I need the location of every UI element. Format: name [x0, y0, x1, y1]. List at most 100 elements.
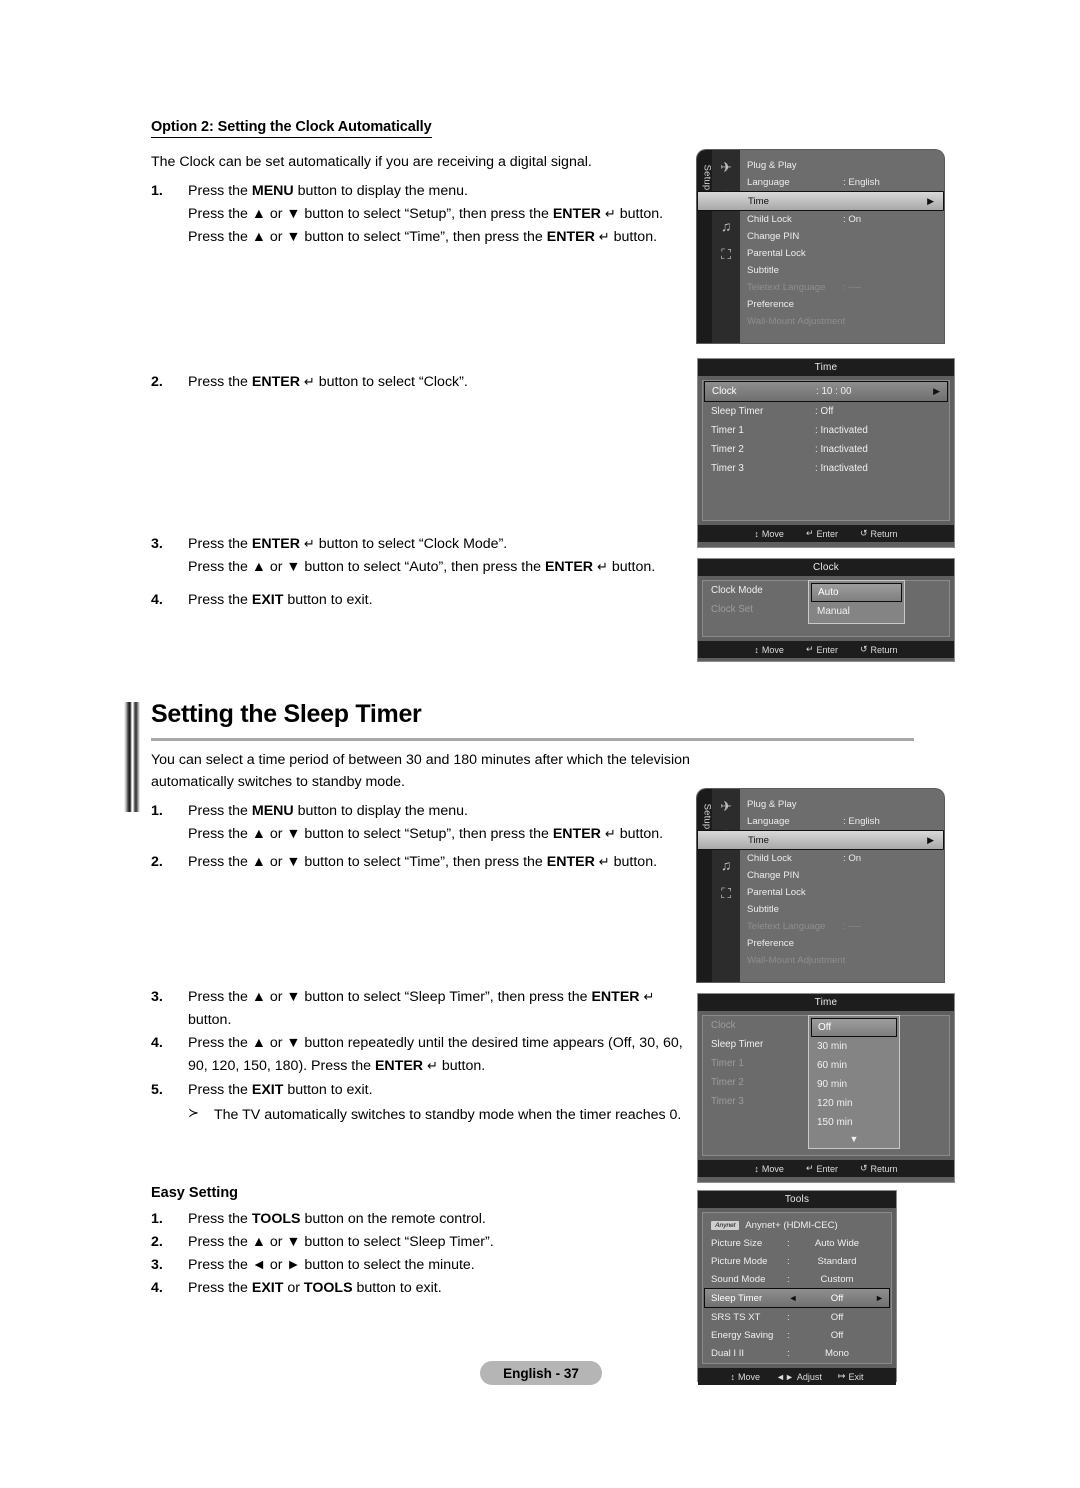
- dropdown-option-150min[interactable]: 150 min: [811, 1113, 897, 1132]
- step-item: 2. Press the ▲ or ▼ button to select “Sl…: [151, 1231, 696, 1254]
- menu-item-value: : 10 : 00: [816, 386, 852, 397]
- input-icon[interactable]: ⛶: [715, 246, 737, 263]
- menu-item-srs-ts-xt[interactable]: SRS TS XT : Off: [703, 1308, 891, 1326]
- menu-item-timer-1[interactable]: Timer 1 : Inactivated: [703, 421, 949, 440]
- step-line: Press the ▲ or ▼ button to select “Setup…: [188, 826, 664, 843]
- anynet-logo-icon: Anynet: [711, 1220, 740, 1230]
- menu-item-plug-and-play[interactable]: Plug & Play: [740, 157, 944, 174]
- menu-item-time[interactable]: Time ▶: [697, 830, 944, 850]
- menu-item-parental-lock[interactable]: Parental Lock: [740, 884, 944, 901]
- menu-item-picture-mode[interactable]: Picture Mode : Standard: [703, 1252, 891, 1270]
- dropdown-scroll-down-icon[interactable]: ▼: [811, 1132, 897, 1146]
- menu-item-value: : Off: [815, 406, 834, 417]
- osd-tools-menu[interactable]: Tools Anynet Anynet+ (HDMI-CEC) Picture …: [697, 1190, 897, 1385]
- menu-item-colon: :: [787, 1273, 790, 1285]
- dropdown-option-90min[interactable]: 90 min: [811, 1075, 897, 1094]
- menu-item-change-pin[interactable]: Change PIN: [740, 228, 944, 245]
- sound-icon[interactable]: ♫: [715, 217, 737, 234]
- menu-item-label: Picture Size: [711, 1237, 763, 1249]
- menu-item-label: Timer 3: [711, 463, 744, 474]
- menu-item-time[interactable]: Time ▶: [697, 191, 944, 211]
- menu-item-timer-3[interactable]: Timer 3 : Inactivated: [703, 459, 949, 478]
- dialog-body: Clock : Sleep Timer : Timer 1 : Timer 2 …: [702, 1015, 950, 1156]
- input-icon[interactable]: ⛶: [715, 885, 737, 902]
- osd-time-menu[interactable]: Time Clock : 10 : 00 ▶ Sleep Timer : Off…: [697, 358, 955, 548]
- footer-label: Adjust: [796, 1371, 822, 1382]
- osd-setup-menu-top[interactable]: Setup ✈ ⚙ ♫ ⛶ Plug & Play Language : Eng…: [697, 150, 944, 343]
- menu-item-language[interactable]: Language : English: [740, 174, 944, 191]
- footer-return: ↺ Return: [860, 1163, 898, 1174]
- menu-item-sleep-timer[interactable]: Sleep Timer : Off: [703, 402, 949, 421]
- dropdown-option-off[interactable]: Off: [811, 1018, 897, 1037]
- sleep-timer-dropdown[interactable]: Off 30 min 60 min 90 min 120 min 150 min…: [808, 1015, 900, 1149]
- chevron-left-icon[interactable]: ◄: [787, 1293, 799, 1303]
- step-item: 3. Press the ▲ or ▼ button to select “Sl…: [151, 986, 696, 1032]
- osd-time-menu-sleep[interactable]: Time Clock : Sleep Timer : Timer 1 : Tim…: [697, 993, 955, 1183]
- menu-item-clock[interactable]: Clock : 10 : 00 ▶: [704, 381, 948, 402]
- footer-label: Move: [761, 528, 784, 539]
- menu-item-parental-lock[interactable]: Parental Lock: [740, 245, 944, 262]
- menu-item-change-pin[interactable]: Change PIN: [740, 867, 944, 884]
- menu-item-dual[interactable]: Dual I II : Mono: [703, 1344, 891, 1362]
- step-number: 4.: [151, 1035, 163, 1052]
- picture-icon[interactable]: ✈: [715, 798, 737, 815]
- menu-item-teletext-language: Teletext Language : ----: [740, 279, 944, 296]
- dropdown-option-120min[interactable]: 120 min: [811, 1094, 897, 1113]
- menu-item-label: Parental Lock: [747, 248, 806, 259]
- clock-mode-dropdown[interactable]: Auto Manual: [808, 580, 905, 624]
- footer-adjust: ◄► Adjust: [776, 1372, 822, 1382]
- menu-item-subtitle[interactable]: Subtitle: [740, 901, 944, 918]
- step-line: Press the EXIT or TOOLS button to exit.: [188, 1280, 442, 1297]
- dropdown-option-60min[interactable]: 60 min: [811, 1056, 897, 1075]
- section-rule: [151, 738, 914, 741]
- footer-move: ↕ Move: [754, 645, 784, 655]
- note-text: The TV automatically switches to standby…: [214, 1106, 682, 1123]
- step-item: 2. Press the ▲ or ▼ button to select “Ti…: [151, 851, 696, 874]
- menu-item-value: : Inactivated: [815, 425, 868, 436]
- sleep-timer-steps-block: 3. Press the ▲ or ▼ button to select “Sl…: [151, 986, 696, 1126]
- menu-item-wall-mount-adjustment: Wall-Mount Adjustment: [740, 952, 944, 969]
- menu-item-sleep-timer[interactable]: Sleep Timer ◄ Off ►: [704, 1288, 890, 1308]
- menu-item-plug-and-play[interactable]: Plug & Play: [740, 796, 944, 813]
- dropdown-option-manual[interactable]: Manual: [811, 602, 902, 621]
- step-item: 3. Press the ◄ or ► button to select the…: [151, 1254, 696, 1277]
- menu-item-subtitle[interactable]: Subtitle: [740, 262, 944, 279]
- picture-icon[interactable]: ✈: [715, 159, 737, 176]
- updown-arrow-icon: ↕: [754, 1163, 759, 1174]
- menu-item-value: Off: [830, 1311, 844, 1323]
- menu-item-value: : ----: [843, 282, 862, 293]
- note-item: ≻ The TV automatically switches to stand…: [188, 1104, 696, 1127]
- menu-item-label: Change PIN: [747, 870, 800, 881]
- menu-item-value: : ----: [843, 921, 862, 932]
- menu-item-anynet[interactable]: Anynet Anynet+ (HDMI-CEC): [703, 1216, 891, 1234]
- menu-item-value: Custom: [820, 1273, 854, 1285]
- menu-item-sound-mode[interactable]: Sound Mode : Custom: [703, 1270, 891, 1288]
- return-icon: ↺: [860, 1163, 868, 1173]
- menu-item-energy-saving[interactable]: Energy Saving : Off: [703, 1326, 891, 1344]
- chevron-right-icon[interactable]: ►: [875, 1293, 884, 1303]
- menu-item-teletext-language: Teletext Language : ----: [740, 918, 944, 935]
- menu-item-child-lock[interactable]: Child Lock : On: [740, 850, 944, 867]
- sound-icon[interactable]: ♫: [715, 856, 737, 873]
- step-number: 3.: [151, 1257, 163, 1274]
- menu-item-picture-size[interactable]: Picture Size : Auto Wide: [703, 1234, 891, 1252]
- return-icon: ↺: [860, 644, 868, 654]
- menu-item-child-lock[interactable]: Child Lock : On: [740, 211, 944, 228]
- menu-item-preference[interactable]: Preference: [740, 296, 944, 313]
- step-number: 5.: [151, 1081, 163, 1098]
- menu-item-timer-2[interactable]: Timer 2 : Inactivated: [703, 440, 949, 459]
- sleep-timer-text-block: You can select a time period of between …: [151, 749, 696, 874]
- dialog-title: Time: [698, 994, 954, 1011]
- menu-item-label: Preference: [747, 938, 794, 949]
- dropdown-option-auto[interactable]: Auto: [811, 583, 902, 602]
- menu-item-label: Sleep Timer: [711, 406, 764, 417]
- dropdown-option-30min[interactable]: 30 min: [811, 1037, 897, 1056]
- section-title: Setting the Sleep Timer: [151, 700, 422, 728]
- menu-item-language[interactable]: Language : English: [740, 813, 944, 830]
- step-item: 2. Press the ENTER ↵ button to select “C…: [151, 371, 691, 394]
- step-line: Press the ▲ or ▼ button to select “Auto”…: [188, 558, 656, 575]
- menu-item-preference[interactable]: Preference: [740, 935, 944, 952]
- osd-setup-menu-bottom[interactable]: Setup ✈ ⚙ ♫ ⛶ Plug & Play Language : Eng…: [697, 789, 944, 982]
- osd-clock-menu[interactable]: Clock Clock Mode : Clock Set Auto Manual…: [697, 558, 955, 662]
- step-number: 2.: [151, 854, 163, 871]
